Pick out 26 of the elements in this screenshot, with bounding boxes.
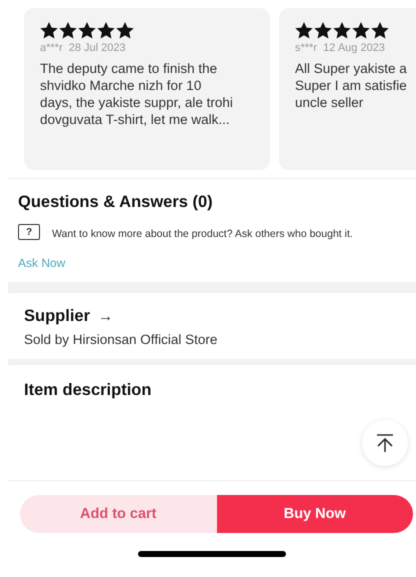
add-to-cart-button[interactable]: Add to cart	[20, 495, 216, 533]
star-icon	[333, 22, 351, 39]
star-icon	[352, 22, 370, 39]
seller-name: Sold by Hirsionsan Official Store	[24, 332, 218, 347]
review-text: All Super yakiste a Super I am satisfie uncle seller	[295, 60, 407, 111]
ask-now-link[interactable]: Ask Now	[18, 256, 66, 270]
star-icon	[97, 22, 115, 39]
buy-now-button[interactable]: Buy Now	[216, 495, 413, 533]
back-to-top-button[interactable]	[362, 420, 408, 466]
review-text: The deputy came to finish the shvidko Marche nizh for 10 days, the yakiste suppr, ale trohi dovguvata T-shirt, let me walk...	[40, 60, 233, 128]
star-icon	[116, 22, 134, 39]
question-prompt: Want to know more about the product? Ask others who bought it.	[52, 228, 353, 240]
arrow-icon[interactable]: →	[98, 308, 114, 325]
section-title[interactable]: Supplier	[24, 307, 90, 326]
star-icon	[314, 22, 332, 39]
star-icon	[371, 22, 389, 39]
star-icon	[295, 22, 313, 39]
star-icon	[59, 22, 77, 39]
review-meta: s***r 12 Aug 2023	[295, 42, 385, 54]
review-meta: a***r 28 Jul 2023	[40, 42, 126, 54]
section-title: Item description	[24, 381, 152, 400]
star-icon	[40, 22, 58, 39]
arrow-up-icon	[374, 432, 396, 454]
question-bubble-icon: ?	[18, 224, 40, 240]
section-title: Questions & Answers (0)	[18, 193, 213, 212]
star-icon	[78, 22, 96, 39]
